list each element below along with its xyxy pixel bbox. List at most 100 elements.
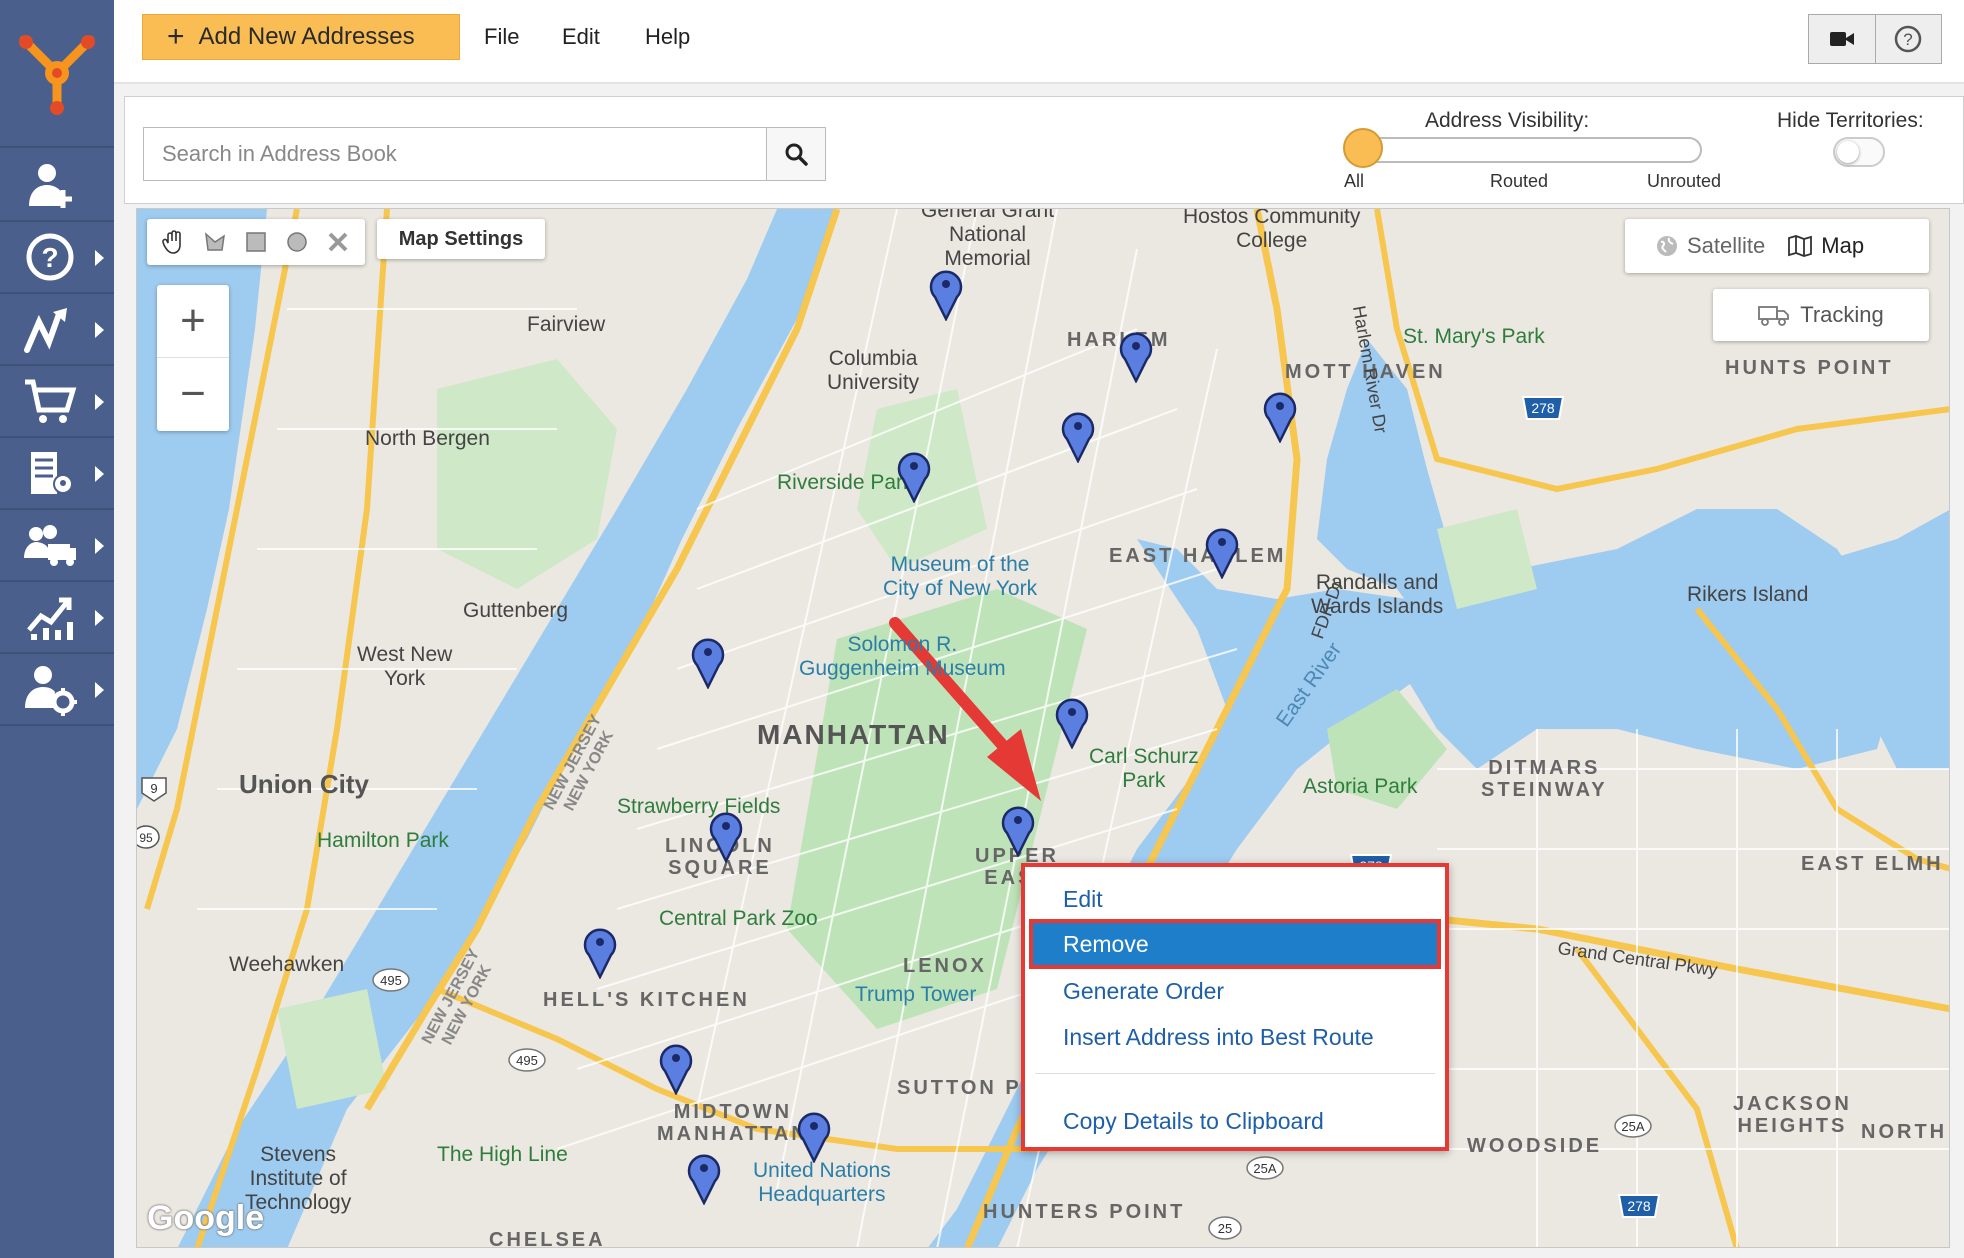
hide-territories-toggle[interactable] (1833, 137, 1885, 167)
context-menu-generate-order[interactable]: Generate Order (1025, 969, 1445, 1013)
address-visibility-slider-handle[interactable] (1343, 128, 1383, 168)
plus-icon: + (167, 20, 185, 53)
rectangle-draw-icon[interactable] (241, 227, 271, 257)
sidebar-item-settings[interactable] (0, 654, 114, 726)
address-pin[interactable] (657, 1041, 695, 1095)
address-visibility-slider[interactable] (1349, 137, 1702, 163)
folded-map-icon (1788, 235, 1813, 257)
map-label-carl-schurz: Carl Schurz Park (1089, 745, 1199, 792)
context-menu-copy-details[interactable]: Copy Details to Clipboard (1025, 1099, 1445, 1143)
map-label-west-new-york: West New York (357, 643, 453, 690)
svg-text:25A: 25A (1253, 1161, 1276, 1176)
map-label-guggenheim: Solomon R. Guggenheim Museum (799, 633, 1006, 680)
chevron-right-icon (95, 682, 104, 698)
address-pin[interactable] (927, 267, 965, 321)
map-label-central-park-zoo: Central Park Zoo (659, 907, 818, 930)
globe-icon (1657, 236, 1677, 256)
map-label-museum-nyc: Museum of the City of New York (883, 553, 1038, 600)
address-pin[interactable] (581, 925, 619, 979)
address-pin[interactable] (689, 635, 727, 689)
zoom-out-button[interactable]: − (157, 357, 229, 429)
menu-file[interactable]: File (484, 24, 519, 50)
google-logo: Google (147, 1199, 265, 1237)
map-type-switcher: Satellite Map (1625, 219, 1929, 273)
sidebar-item-help[interactable]: ? (0, 222, 114, 294)
hand-pan-icon[interactable] (159, 227, 189, 257)
sidebar-item-addresses[interactable] (0, 438, 114, 510)
chevron-right-icon (95, 538, 104, 554)
address-pin[interactable] (1053, 695, 1091, 749)
highway-shield-495: 495 (508, 1048, 546, 1072)
map-label-un-headquarters: United Nations Headquarters (753, 1159, 891, 1206)
highway-shield-9: 9 (141, 777, 167, 802)
map-settings-button[interactable]: Map Settings (377, 219, 545, 259)
sidebar-item-add-user[interactable] (0, 150, 114, 222)
add-new-addresses-button[interactable]: + Add New Addresses (142, 14, 460, 60)
svg-text:95: 95 (139, 831, 153, 845)
svg-text:495: 495 (516, 1053, 538, 1068)
address-pin[interactable] (1261, 389, 1299, 443)
address-pin[interactable] (895, 449, 933, 503)
circle-draw-icon[interactable] (282, 227, 312, 257)
help-icon: ? (20, 227, 80, 287)
zoom-controls: + − (157, 285, 229, 431)
map-label-fairview: Fairview (527, 313, 606, 336)
chevron-right-icon (95, 250, 104, 266)
add-new-addresses-label: Add New Addresses (198, 23, 415, 50)
map-label-north: NORTH (1861, 1121, 1948, 1143)
highway-shield-495: 495 (372, 968, 410, 992)
zoom-in-button[interactable]: + (157, 285, 229, 357)
menu-edit[interactable]: Edit (562, 24, 600, 50)
map-type-satellite[interactable]: Satellite (1655, 233, 1765, 259)
search-input[interactable]: Search in Address Book (143, 127, 766, 181)
address-pin[interactable] (685, 1151, 723, 1205)
map-type-map[interactable]: Map (1787, 233, 1864, 259)
video-tutorial-button[interactable] (1809, 15, 1875, 63)
highway-shield-95: 95 (137, 825, 160, 849)
map-label-st-marys-park: St. Mary's Park (1403, 325, 1545, 348)
sidebar-item-analytics[interactable] (0, 582, 114, 654)
tracking-label: Tracking (1800, 302, 1884, 327)
address-pin[interactable] (1117, 329, 1155, 383)
user-settings-icon (20, 659, 80, 719)
tracking-button[interactable]: Tracking (1713, 289, 1929, 341)
search-button[interactable] (766, 127, 826, 181)
address-pin-selected[interactable] (999, 803, 1037, 857)
help-circle-icon: ? (1895, 25, 1922, 53)
highway-shield-25a: 25A (1614, 1114, 1652, 1138)
map-label-rikers-island: Rikers Island (1687, 583, 1809, 606)
sidebar-item-team[interactable] (0, 510, 114, 582)
map-label-hunters-point: HUNTERS POINT (983, 1201, 1186, 1223)
map-canvas[interactable]: MANHATTAN HARLEM EAST HARLEM MOTT HAVEN … (136, 208, 1950, 1248)
search-icon (785, 143, 808, 166)
sidebar-item-routes[interactable] (0, 294, 114, 366)
map-label-woodside: WOODSIDE (1467, 1135, 1603, 1157)
address-book-icon (20, 443, 80, 503)
svg-text:?: ? (41, 242, 58, 273)
map-label-columbia: Columbia University (827, 347, 920, 394)
clear-drawing-icon[interactable] (323, 227, 353, 257)
chart-growth-icon (20, 587, 80, 647)
chevron-right-icon (95, 394, 104, 410)
visibility-option-unrouted[interactable]: Unrouted (1647, 171, 1721, 192)
visibility-option-routed[interactable]: Routed (1490, 171, 1548, 192)
menu-help[interactable]: Help (645, 24, 690, 50)
chevron-right-icon (95, 466, 104, 482)
map-type-map-label: Map (1821, 233, 1865, 258)
address-pin[interactable] (795, 1109, 833, 1163)
address-pin[interactable] (1203, 525, 1241, 579)
help-button[interactable]: ? (1874, 15, 1942, 63)
sidebar-item-orders[interactable] (0, 366, 114, 438)
app-logo[interactable] (0, 0, 114, 148)
polygon-draw-icon[interactable] (200, 227, 230, 257)
map-label-lenox: LENOX (903, 955, 987, 977)
map-label-trump-tower: Trump Tower (855, 983, 977, 1006)
context-menu-edit[interactable]: Edit (1025, 877, 1445, 921)
address-pin[interactable] (707, 809, 745, 863)
context-menu-insert-best-route[interactable]: Insert Address into Best Route (1025, 1015, 1445, 1059)
context-menu-remove[interactable]: Remove (1029, 919, 1441, 969)
address-pin[interactable] (1059, 409, 1097, 463)
cart-icon (20, 371, 80, 431)
map-label-ditmars: DITMARS STEINWAY (1481, 757, 1608, 801)
visibility-option-all[interactable]: All (1344, 171, 1364, 192)
